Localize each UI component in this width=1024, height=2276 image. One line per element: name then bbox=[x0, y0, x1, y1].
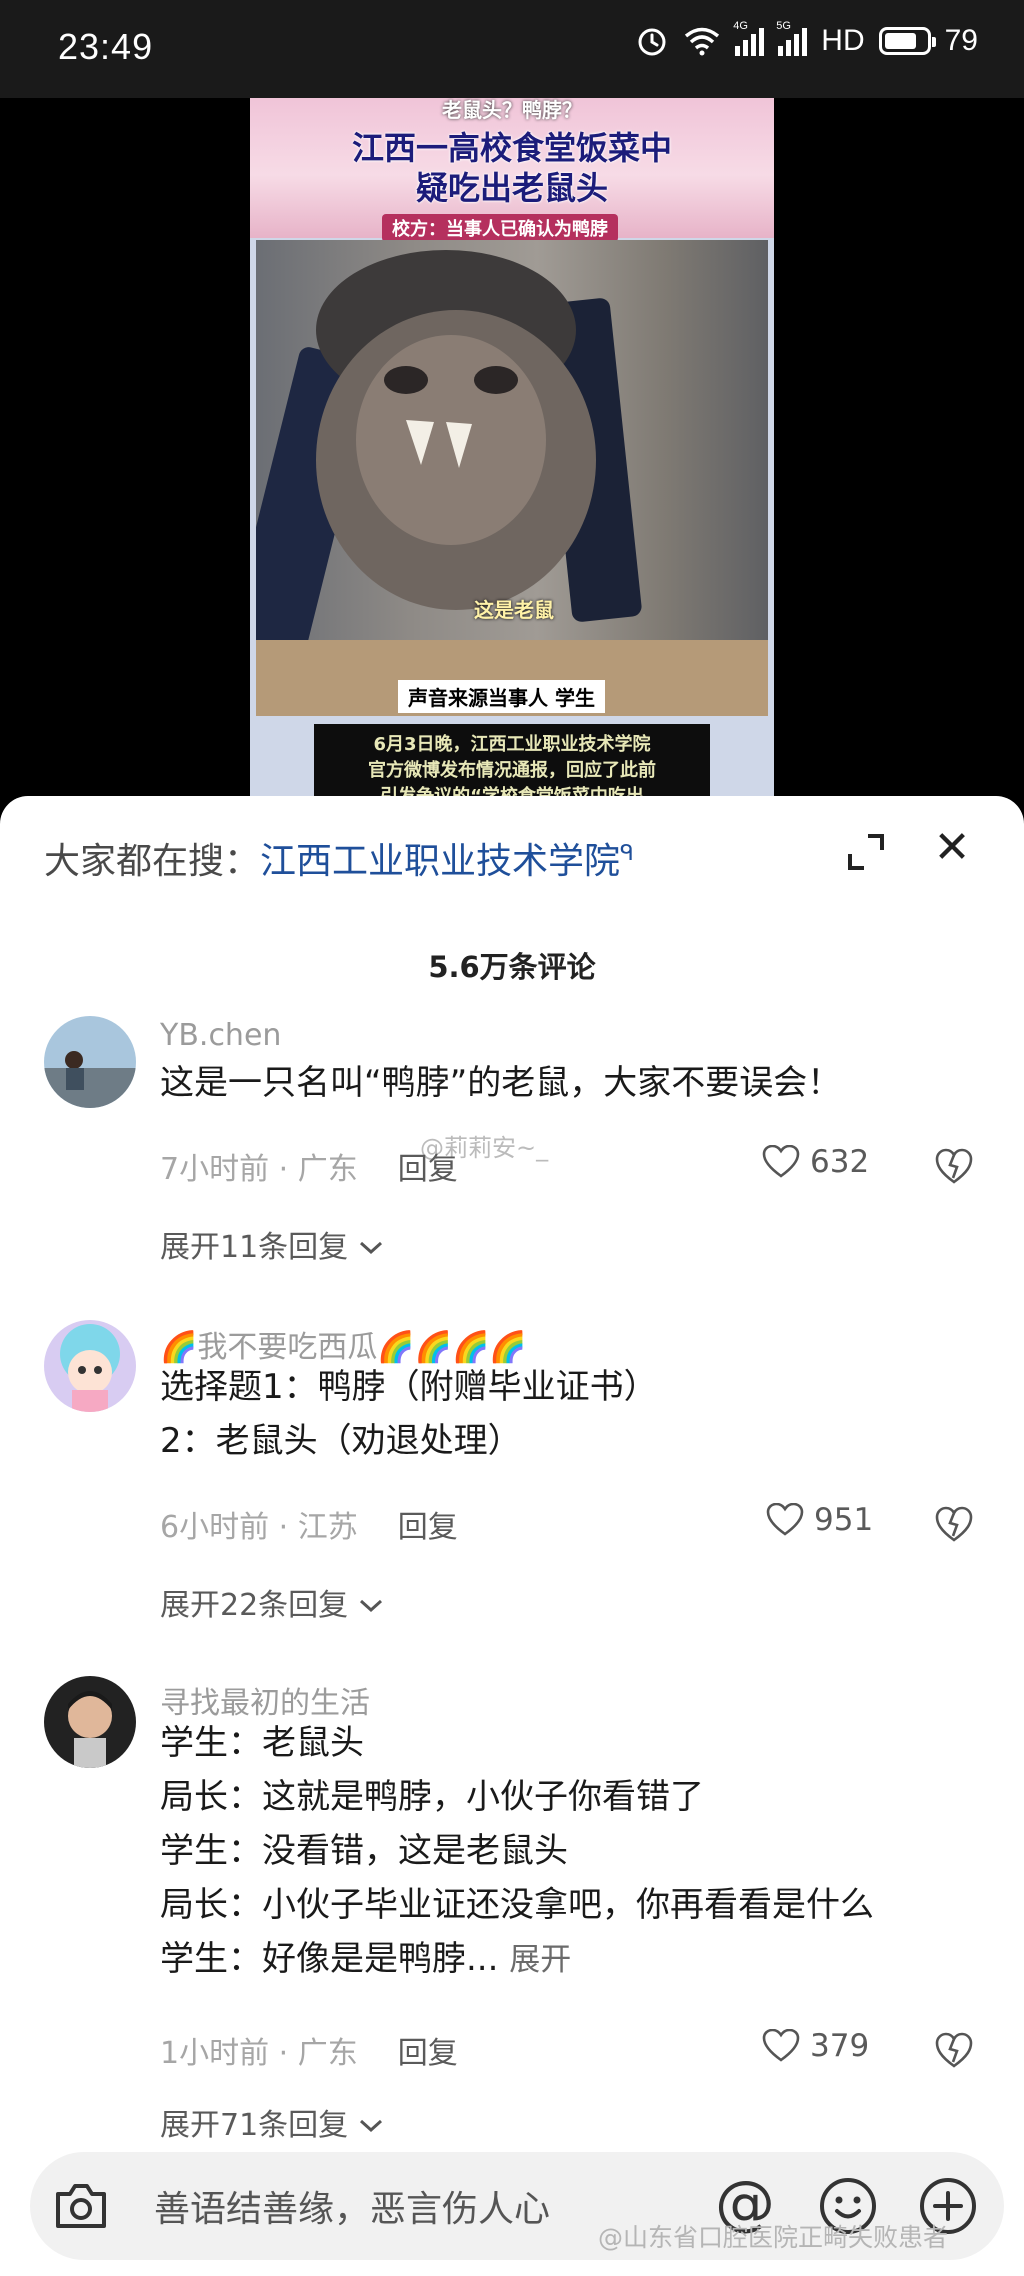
avatar[interactable] bbox=[44, 1676, 136, 1768]
dislike-icon[interactable] bbox=[934, 1146, 974, 1186]
comment-time-location: 1小时前 · 广东 bbox=[160, 2036, 358, 2071]
signal-4g-icon: 4G bbox=[733, 20, 765, 56]
heart-icon bbox=[762, 2029, 800, 2062]
reply-button[interactable]: 回复 bbox=[398, 1510, 458, 1545]
trending-search-term[interactable]: 江西工业职业技术学院 bbox=[260, 841, 620, 882]
battery-icon bbox=[878, 27, 936, 55]
reply-button[interactable]: 回复 bbox=[398, 2036, 458, 2071]
comment-text: 学生：老鼠头 局长：这就是鸭脖，小伙子你看错了 学生：没看错，这是老鼠头 局长：… bbox=[160, 1716, 874, 1987]
status-bar: 23:49 4G 5G HD 79 bbox=[0, 0, 1024, 98]
video-title-line1: 江西一高校食堂饭菜中 bbox=[351, 129, 672, 167]
comment-text-line: 局长：这就是鸭脖，小伙子你看错了 bbox=[160, 1777, 704, 1817]
photo-illustration bbox=[256, 250, 768, 716]
comment-text-line: 局长：小伙子毕业证还没拿吧，你再看看是什么 bbox=[160, 1885, 874, 1925]
chevron-down-icon bbox=[359, 1241, 382, 1255]
expand-replies-label: 展开11条回复 bbox=[160, 1230, 349, 1265]
comment-meta: 6小时前 · 江苏 回复 bbox=[160, 1502, 458, 1546]
comment-username[interactable]: YB.chen bbox=[160, 1018, 281, 1053]
heart-icon bbox=[766, 1503, 804, 1536]
video-subtitle: 校方：当事人已确认为鸭脖 bbox=[382, 214, 618, 242]
video-source-label: 声音来源当事人 学生 bbox=[398, 680, 605, 713]
expand-replies-button[interactable]: 展开71条回复 bbox=[160, 2100, 384, 2144]
search-icon[interactable]: ᑫ bbox=[620, 841, 634, 866]
video-top-text: 老鼠头？鸭脖？ bbox=[442, 98, 582, 122]
comment-count: 5.6万条评论 bbox=[428, 950, 596, 984]
comment-item: 寻找最初的生活 学生：老鼠头 局长：这就是鸭脖，小伙子你看错了 学生：没看错，这… bbox=[0, 1676, 1024, 2143]
like-count: 379 bbox=[810, 2028, 870, 2064]
like-count: 632 bbox=[810, 1144, 870, 1180]
comment-meta: 7小时前 · 广东 回复 bbox=[160, 1144, 458, 1188]
like-button[interactable]: 379 bbox=[762, 2028, 869, 2064]
comment-text-line-last: 学生：好像是是鸭脖... 展开 bbox=[160, 1939, 572, 1979]
comment-text-line: 学生：老鼠头 bbox=[160, 1723, 364, 1763]
comment-time-location: 7小时前 · 广东 bbox=[160, 1152, 358, 1187]
video-text-line: 官方微博发布情况通报，回应了此前 bbox=[368, 760, 656, 781]
comment-text-line: 2：老鼠头（劝退处理） bbox=[160, 1421, 522, 1461]
chevron-down-icon bbox=[359, 2119, 382, 2133]
comment-item: 🌈我不要吃西瓜🌈🌈🌈🌈 选择题1：鸭脖（附赠毕业证书） 2：老鼠头（劝退处理） … bbox=[0, 1320, 1024, 1640]
weibo-watermark: @山东省口腔医院正畸失败患者 bbox=[598, 2223, 949, 2252]
expand-replies-button[interactable]: 展开11条回复 bbox=[160, 1222, 384, 1266]
like-count: 951 bbox=[814, 1502, 874, 1538]
trending-search-label: 大家都在搜： bbox=[44, 841, 261, 882]
video-area[interactable]: 老鼠头？鸭脖？ 江西一高校食堂饭菜中 疑吃出老鼠头 校方：当事人已确认为鸭脖 这… bbox=[0, 98, 1024, 818]
reply-button[interactable]: 回复 bbox=[398, 1152, 458, 1187]
signal-5g-icon: 5G bbox=[776, 20, 808, 56]
expand-replies-label: 展开71条回复 bbox=[160, 2108, 349, 2143]
video-title: 江西一高校食堂饭菜中 疑吃出老鼠头 bbox=[250, 128, 774, 208]
comment-text-line: 这是一只名叫“鸭脖”的老鼠，大家不要误会！ bbox=[160, 1063, 842, 1103]
alarm-icon bbox=[638, 28, 666, 56]
like-button[interactable]: 951 bbox=[766, 1502, 873, 1538]
video-photo bbox=[256, 240, 768, 716]
avatar[interactable] bbox=[44, 1016, 136, 1108]
comment-input[interactable]: 善语结善缘，恶言伤人心 bbox=[154, 2180, 550, 2232]
status-icons: 4G 5G HD 79 bbox=[635, 20, 978, 58]
video-title-line2: 疑吃出老鼠头 bbox=[415, 169, 608, 207]
heart-icon bbox=[762, 1145, 800, 1178]
close-icon[interactable]: ✕ bbox=[930, 826, 974, 870]
battery-fill bbox=[884, 33, 917, 49]
comment-text: 这是一只名叫“鸭脖”的老鼠，大家不要误会！ bbox=[160, 1056, 841, 1110]
comment-text-line: 选择题1：鸭脖（附赠毕业证书） bbox=[160, 1367, 658, 1407]
video-frame[interactable]: 老鼠头？鸭脖？ 江西一高校食堂饭菜中 疑吃出老鼠头 校方：当事人已确认为鸭脖 这… bbox=[250, 98, 774, 818]
comment-time-location: 6小时前 · 江苏 bbox=[160, 1510, 358, 1545]
comment-text-line: 学生：没看错，这是老鼠头 bbox=[160, 1831, 568, 1871]
dislike-icon[interactable] bbox=[934, 2030, 974, 2070]
like-button[interactable]: 632 bbox=[762, 1144, 869, 1180]
expand-text-button[interactable]: 展开 bbox=[509, 1942, 571, 1978]
expand-icon[interactable] bbox=[844, 830, 888, 874]
camera-icon[interactable] bbox=[52, 2178, 110, 2234]
status-time: 23:49 bbox=[58, 26, 154, 67]
comment-meta: 1小时前 · 广东 回复 bbox=[160, 2028, 458, 2072]
expand-replies-button[interactable]: 展开22条回复 bbox=[160, 1580, 384, 1624]
comment-sheet: 大家都在搜：江西工业职业技术学院ᑫ ✕ 5.6万条评论 YB.chen 这是一只… bbox=[0, 796, 1024, 2276]
chevron-down-icon bbox=[359, 1599, 382, 1613]
trending-search[interactable]: 大家都在搜：江西工业职业技术学院ᑫ bbox=[44, 832, 634, 884]
battery-percent: 79 bbox=[944, 24, 978, 57]
comment-text: 选择题1：鸭脖（附赠毕业证书） 2：老鼠头（劝退处理） bbox=[160, 1360, 658, 1468]
dislike-icon[interactable] bbox=[934, 1504, 974, 1544]
video-text-line: 6月3日晚，江西工业职业技术学院 bbox=[373, 734, 651, 755]
avatar[interactable] bbox=[44, 1320, 136, 1412]
comment-item: YB.chen 这是一只名叫“鸭脖”的老鼠，大家不要误会！ @莉莉安~_ 7小时… bbox=[0, 1016, 1024, 1286]
video-caption: 这是老鼠 bbox=[474, 598, 554, 622]
wifi-icon bbox=[685, 27, 720, 56]
expand-replies-label: 展开22条回复 bbox=[160, 1588, 349, 1623]
hd-label: HD bbox=[821, 24, 865, 57]
